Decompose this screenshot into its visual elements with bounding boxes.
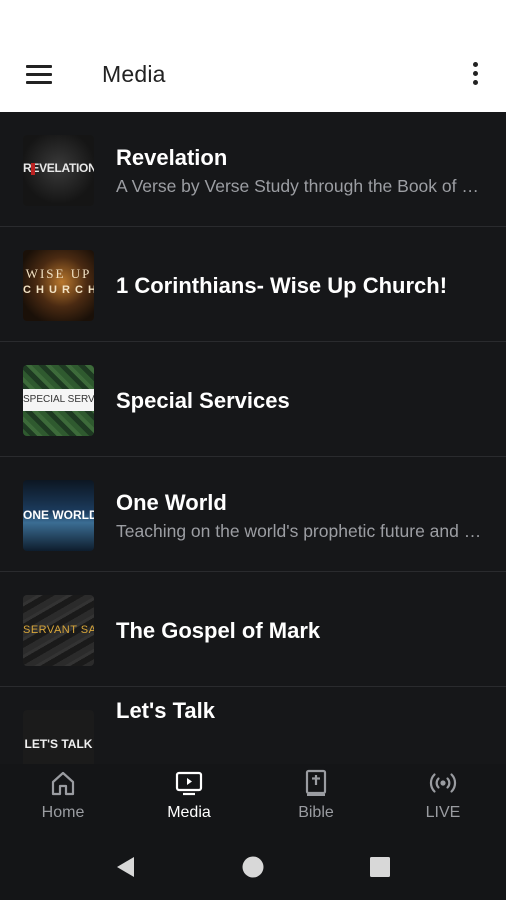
- thumb-text: WISE UP: [25, 266, 92, 281]
- wise-up-artwork: WISE UP C H U R C H: [23, 250, 94, 321]
- nav-bible[interactable]: Bible: [252, 764, 380, 834]
- list-item-lets-talk[interactable]: LET'S TALK Let's Talk: [0, 687, 506, 764]
- thumb-text: SPECIAL SERVICES: [23, 394, 94, 405]
- one-world-artwork: ONE WORLD: [23, 480, 94, 551]
- item-title: The Gospel of Mark: [116, 618, 321, 643]
- broadcast-icon: [429, 773, 457, 793]
- nav-label: Home: [41, 804, 85, 821]
- list-item-gospel-of-mark[interactable]: SERVANT SAVIOR The Gospel of Mark: [0, 572, 506, 687]
- back-icon[interactable]: [113, 854, 139, 880]
- nav-label: Media: [167, 804, 211, 821]
- item-title: One World: [116, 490, 227, 515]
- item-subtitle: A Verse by Verse Study through the Book …: [116, 176, 488, 196]
- tv-icon: [175, 771, 203, 796]
- page-title: Media: [102, 61, 166, 87]
- item-title: Revelation: [116, 145, 228, 170]
- revelation-artwork: REVELATION: [23, 135, 94, 206]
- system-navigation-bar: [0, 834, 506, 900]
- recents-icon[interactable]: [367, 854, 393, 880]
- lets-talk-artwork: LET'S TALK: [23, 710, 94, 764]
- home-circle-icon[interactable]: [240, 854, 266, 880]
- bible-icon: [305, 769, 327, 796]
- item-title: 1 Corinthians- Wise Up Church!: [116, 273, 448, 298]
- list-item-1-corinthians[interactable]: WISE UP C H U R C H 1 Corinthians- Wise …: [0, 227, 506, 342]
- home-icon: [51, 771, 75, 796]
- media-list: REVELATION Revelation A Verse by Verse S…: [0, 112, 506, 764]
- item-subtitle: Teaching on the world's prophetic future…: [116, 521, 488, 541]
- list-item-revelation[interactable]: REVELATION Revelation A Verse by Verse S…: [0, 112, 506, 227]
- special-services-artwork: SPECIAL SERVICES: [23, 365, 94, 436]
- nav-label: Bible: [298, 804, 334, 821]
- thumb-text: LET'S TALK: [24, 737, 93, 751]
- status-bar: [0, 0, 506, 38]
- thumb-text: C H U R C H: [23, 284, 94, 296]
- item-title: Special Services: [116, 388, 290, 413]
- nav-home[interactable]: Home: [0, 764, 126, 834]
- more-options-icon[interactable]: [466, 60, 486, 90]
- nav-media[interactable]: Media: [126, 764, 252, 834]
- list-item-one-world[interactable]: ONE WORLD One World Teaching on the worl…: [0, 457, 506, 572]
- menu-icon[interactable]: [26, 65, 54, 85]
- app-bar: Media: [0, 38, 506, 112]
- bottom-navigation: Home Media Bible LIVE: [0, 764, 506, 834]
- item-title: Let's Talk: [116, 698, 215, 723]
- nav-live[interactable]: LIVE: [380, 764, 506, 834]
- thumb-text: ONE WORLD: [23, 508, 94, 522]
- thumb-text: SERVANT SAVIOR: [23, 624, 94, 636]
- servant-savior-artwork: SERVANT SAVIOR: [23, 595, 94, 666]
- list-item-special-services[interactable]: SPECIAL SERVICES Special Services: [0, 342, 506, 457]
- nav-label: LIVE: [425, 804, 461, 821]
